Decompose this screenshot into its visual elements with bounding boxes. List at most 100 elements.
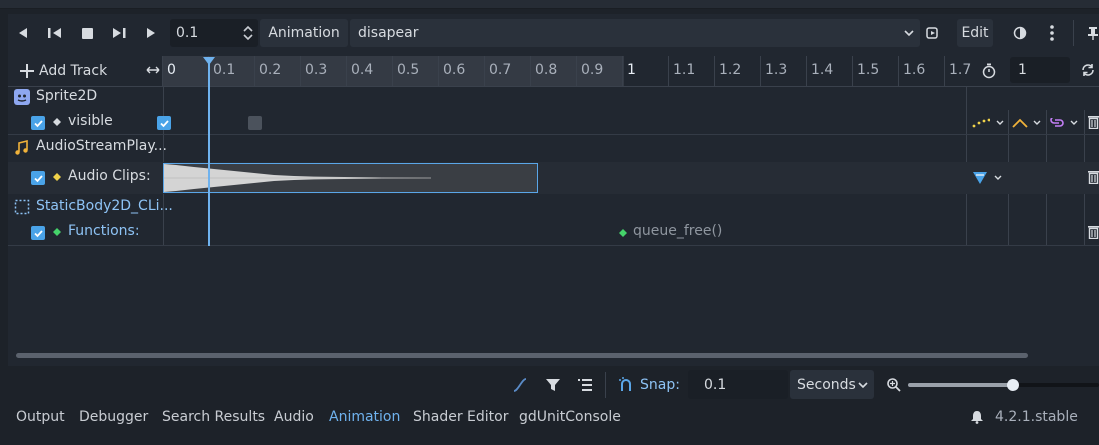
loop-wrap-dropdown[interactable] — [1050, 116, 1078, 130]
play-from-start-button[interactable] — [106, 20, 132, 46]
play-backwards-from-end-button[interactable] — [10, 20, 36, 46]
group-tracks-icon[interactable] — [577, 377, 593, 393]
spin-arrows-icon — [243, 25, 253, 41]
bottom-divider — [605, 372, 606, 398]
ruler-tick-label: 0.4 — [351, 62, 374, 78]
chevron-down-icon — [1033, 120, 1041, 125]
horizontal-scrollbar[interactable] — [16, 353, 1028, 358]
interpolation-dropdown[interactable] — [1012, 116, 1041, 130]
more-options-button[interactable] — [1039, 20, 1065, 46]
loop-icon[interactable] — [1081, 63, 1095, 77]
chevron-down-icon — [994, 175, 1002, 180]
tab-output[interactable]: Output — [16, 409, 65, 425]
play-backwards-icon — [19, 28, 27, 38]
ruler-tick-line — [668, 56, 669, 86]
ruler-tick-label: 1.3 — [765, 62, 788, 78]
key-visible-false[interactable] — [248, 116, 262, 130]
update-mode-dropdown[interactable] — [972, 116, 1004, 130]
ruler-tick-line — [760, 56, 761, 86]
discrete-update-icon — [972, 118, 990, 128]
sprite-visible-enable-checkbox[interactable] — [31, 116, 45, 130]
ruler-ticks: 0 0.1 0.2 0.3 0.4 0.5 0.6 0.7 0.8 0.9 1 1.1 1.2 1.3 1.… — [0, 56, 1099, 86]
stop-button[interactable] — [74, 20, 100, 46]
animation-menu-button[interactable]: Animation — [260, 19, 348, 47]
zoom-slider-grabber[interactable] — [1007, 379, 1020, 391]
audio-stream-player-icon — [15, 140, 28, 155]
audio-clip-block[interactable] — [163, 163, 538, 193]
autoplay-button[interactable] — [920, 20, 946, 46]
ruler-tick-line — [714, 56, 715, 86]
pin-icon — [1088, 27, 1098, 40]
trash-icon[interactable] — [1088, 115, 1099, 129]
trash-icon[interactable] — [1088, 170, 1099, 184]
snap-unit-value: Seconds — [797, 376, 856, 393]
ruler-tick-line — [392, 56, 393, 86]
key-visible-true[interactable] — [157, 116, 171, 130]
length-field[interactable]: 1 — [1010, 57, 1070, 83]
snap-value: 0.1 — [704, 376, 727, 393]
edit-menu-button[interactable]: Edit — [957, 19, 993, 47]
trash-icon[interactable] — [1088, 225, 1099, 239]
ruler-tick-line — [576, 56, 577, 86]
snap-unit-dropdown[interactable]: Seconds — [790, 370, 874, 399]
snap-icon — [619, 377, 631, 391]
property-track-icon — [53, 118, 61, 126]
chevron-down-icon — [996, 120, 1004, 125]
ruler-tick-label: 1.7 — [949, 62, 972, 78]
animation-selector[interactable]: disapear — [350, 19, 920, 47]
tab-gdunitconsole[interactable]: gdUnitConsole — [519, 409, 621, 425]
ruler-tick-line — [806, 56, 807, 86]
row-divider — [8, 245, 1099, 246]
functions-enable-checkbox[interactable] — [31, 226, 45, 240]
tab-debugger[interactable]: Debugger — [79, 409, 148, 425]
sprite2d-group-label: Sprite2D — [36, 88, 98, 104]
pin-button[interactable] — [1080, 20, 1099, 46]
onion-skin-button[interactable] — [1007, 20, 1033, 46]
chevron-down-icon — [904, 30, 914, 37]
ruler-tick-label: 0.2 — [259, 62, 282, 78]
bezier-curve-icon[interactable] — [512, 377, 528, 393]
ruler-tick-label: 0.5 — [397, 62, 420, 78]
playhead-handle-icon[interactable] — [203, 57, 215, 65]
play-backwards-button[interactable] — [42, 20, 68, 46]
ruler-tick-line — [162, 56, 163, 86]
tab-shader-editor[interactable]: Shader Editor — [413, 409, 508, 425]
blend-icon — [973, 172, 987, 184]
toolbar-divider — [1073, 20, 1074, 46]
version-label: 4.2.1.stable — [995, 409, 1078, 425]
tab-animation[interactable]: Animation — [329, 409, 400, 425]
tab-audio[interactable]: Audio — [274, 409, 314, 425]
audio-waveform — [164, 164, 431, 192]
top-strip — [0, 0, 1099, 9]
ruler-tick-line — [438, 56, 439, 86]
audio-enable-checkbox[interactable] — [31, 171, 45, 185]
checkmark-icon — [33, 119, 43, 127]
audio-blend-dropdown[interactable] — [972, 170, 1002, 186]
chevron-down-icon — [858, 382, 868, 389]
checkmark-icon — [159, 119, 169, 127]
notification-bell-icon[interactable] — [970, 410, 984, 424]
function-key-icon[interactable] — [619, 229, 627, 237]
ruler-tick-label: 0.6 — [443, 62, 466, 78]
filter-icon[interactable] — [545, 377, 561, 393]
zoom-slider[interactable] — [908, 379, 1099, 391]
playhead-line[interactable] — [208, 62, 210, 246]
play-button[interactable] — [138, 20, 164, 46]
functions-track-label: Functions: — [68, 223, 140, 239]
ruler-tick-label: 1.6 — [903, 62, 926, 78]
zoom-icon — [887, 378, 901, 392]
chevron-down-icon — [1070, 120, 1078, 125]
step-spinbox[interactable]: 0.1 — [170, 19, 258, 47]
ruler-tick-line — [300, 56, 301, 86]
tab-search-results[interactable]: Search Results — [162, 409, 265, 425]
play-icon — [147, 28, 155, 38]
ruler-tick-line — [622, 56, 623, 86]
ruler-tick-line — [898, 56, 899, 86]
visible-track-label: visible — [68, 113, 113, 129]
zoom-slider-fill — [908, 383, 1014, 387]
ruler-tick-label: 1.4 — [811, 62, 834, 78]
length-value: 1 — [1018, 62, 1027, 78]
snap-value-field[interactable]: 0.1 — [688, 370, 788, 399]
ruler-tick-label: 0.1 — [213, 62, 236, 78]
snap-toggle[interactable]: Snap: — [618, 376, 680, 394]
